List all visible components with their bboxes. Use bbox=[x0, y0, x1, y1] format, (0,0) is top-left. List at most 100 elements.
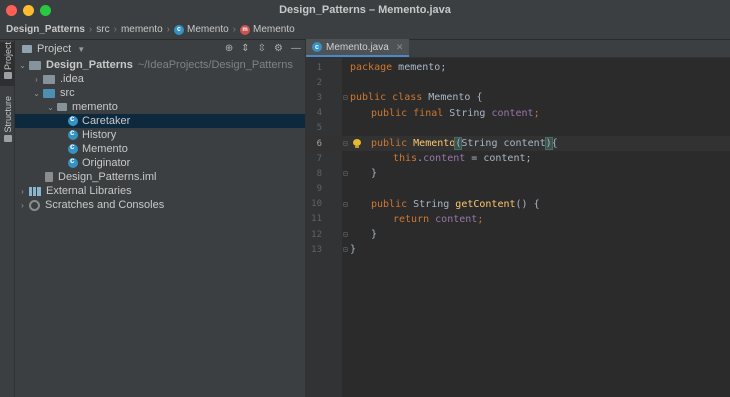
line-number: 4 bbox=[316, 108, 322, 119]
line-number: 9 bbox=[316, 184, 322, 195]
tree-item-label: Memento bbox=[82, 143, 128, 155]
code-line[interactable]: 9 bbox=[306, 182, 730, 197]
breadcrumb-member-label: Memento bbox=[253, 24, 295, 35]
code-editor: c Memento.java ✕ 1 package memento; 2 3 … bbox=[306, 39, 730, 397]
breadcrumb-src[interactable]: src bbox=[96, 24, 109, 35]
breadcrumb-member[interactable]: m Memento bbox=[240, 24, 295, 35]
editor-text-area[interactable]: 1 package memento; 2 3 ⊟ public class Me… bbox=[306, 60, 730, 257]
line-number: 8 bbox=[316, 168, 322, 179]
chevron-down-icon[interactable]: ⌄ bbox=[46, 103, 55, 112]
line-number: 13 bbox=[311, 244, 322, 255]
gear-icon[interactable]: ⚙ bbox=[274, 43, 283, 54]
tree-row-external-libraries[interactable]: › External Libraries bbox=[15, 184, 305, 198]
expand-all-icon[interactable]: ⇕ bbox=[241, 43, 249, 54]
tree-item-label: Caretaker bbox=[82, 115, 131, 127]
chevron-right-icon[interactable]: › bbox=[32, 75, 41, 84]
fold-icon[interactable]: ⊟ bbox=[343, 200, 348, 209]
left-tool-strip: Project Structure bbox=[0, 40, 15, 397]
line-number: 6 bbox=[316, 138, 322, 149]
scratches-icon bbox=[29, 199, 40, 211]
code-line[interactable]: 8 ⊟ } bbox=[306, 166, 730, 181]
tool-tab-structure-label: Structure bbox=[2, 96, 13, 133]
code-line[interactable]: 4 public final String content; bbox=[306, 106, 730, 121]
tree-item-label: memento bbox=[72, 101, 118, 113]
tool-tab-structure[interactable]: Structure bbox=[0, 96, 15, 144]
intention-bulb-icon[interactable] bbox=[353, 138, 361, 149]
project-tree: ⌄ Design_Patterns ~/IdeaProjects/Design_… bbox=[15, 58, 305, 212]
fold-icon[interactable]: ⊟ bbox=[343, 169, 348, 178]
code-token: public bbox=[371, 138, 408, 150]
code-token: final bbox=[413, 107, 444, 119]
breadcrumb-package[interactable]: memento bbox=[121, 24, 163, 35]
libraries-icon bbox=[29, 186, 41, 196]
tree-root-path: ~/IdeaProjects/Design_Patterns bbox=[137, 59, 293, 71]
tree-row-class[interactable]: History bbox=[15, 128, 305, 142]
code-token: package bbox=[350, 62, 393, 74]
code-line[interactable]: 7 this.content = content; bbox=[306, 151, 730, 166]
chevron-right-icon[interactable]: › bbox=[18, 201, 27, 210]
close-tab-icon[interactable]: ✕ bbox=[396, 42, 404, 53]
locate-file-icon[interactable]: ⊕ bbox=[225, 43, 233, 54]
code-line[interactable]: 2 bbox=[306, 75, 730, 90]
code-line[interactable]: 12 ⊟ } bbox=[306, 227, 730, 242]
code-line[interactable]: 13 ⊟ } bbox=[306, 242, 730, 257]
fold-icon[interactable]: ⊟ bbox=[343, 230, 348, 239]
tree-row-root[interactable]: ⌄ Design_Patterns ~/IdeaProjects/Design_… bbox=[15, 58, 305, 72]
tree-row-class[interactable]: Originator bbox=[15, 156, 305, 170]
tool-tab-project-label: Project bbox=[2, 42, 13, 71]
project-view-selector[interactable]: Project bbox=[37, 43, 71, 55]
chevron-right-icon: › bbox=[88, 24, 93, 35]
tree-row-iml[interactable]: Design_Patterns.iml bbox=[15, 170, 305, 184]
code-token: content bbox=[491, 107, 534, 119]
breadcrumb-class[interactable]: c Memento bbox=[173, 24, 229, 35]
chevron-right-icon[interactable]: › bbox=[18, 187, 27, 196]
collapse-all-icon[interactable]: ⇳ bbox=[258, 43, 266, 54]
line-number: 5 bbox=[316, 123, 322, 134]
tool-tab-project[interactable]: Project bbox=[0, 42, 15, 86]
code-line[interactable]: 11 return content; bbox=[306, 212, 730, 227]
line-number: 3 bbox=[316, 92, 322, 103]
line-number: 11 bbox=[311, 214, 322, 225]
project-panel: Project ▼ ⊕ ⇕ ⇳ ⚙ — ⌄ Design_Patterns ~/… bbox=[15, 40, 306, 397]
code-token: String bbox=[443, 107, 492, 119]
tree-row-scratches[interactable]: › Scratches and Consoles bbox=[15, 198, 305, 212]
code-line[interactable]: 1 package memento; bbox=[306, 60, 730, 75]
code-token: Memento bbox=[413, 138, 456, 150]
code-token: Memento { bbox=[422, 92, 483, 104]
hide-panel-icon[interactable]: — bbox=[291, 43, 301, 54]
folder-icon bbox=[43, 74, 55, 84]
title-bar: Design_Patterns – Memento.java bbox=[0, 0, 730, 20]
tree-row-src[interactable]: ⌄ src bbox=[15, 86, 305, 100]
code-token: ; bbox=[533, 107, 540, 119]
breadcrumb-class-label: Memento bbox=[186, 24, 229, 35]
fold-icon[interactable]: ⊟ bbox=[343, 245, 348, 254]
code-line[interactable]: 3 ⊟ public class Memento { bbox=[306, 90, 730, 105]
code-token: String bbox=[407, 198, 456, 210]
code-token: class bbox=[392, 92, 423, 104]
module-file-icon bbox=[45, 172, 53, 182]
line-number: 10 bbox=[311, 199, 322, 210]
code-line[interactable]: 5 bbox=[306, 121, 730, 136]
tree-item-label: External Libraries bbox=[46, 185, 132, 197]
line-number: 7 bbox=[316, 153, 322, 164]
editor-tab-memento[interactable]: c Memento.java ✕ bbox=[306, 39, 410, 57]
code-line[interactable]: 10 ⊟ public String getContent() { bbox=[306, 197, 730, 212]
chevron-down-icon[interactable]: ▼ bbox=[77, 45, 85, 54]
method-icon: m bbox=[240, 24, 251, 35]
code-token: String content bbox=[461, 138, 546, 150]
tree-row-idea[interactable]: › .idea bbox=[15, 72, 305, 86]
chevron-down-icon[interactable]: ⌄ bbox=[18, 61, 27, 70]
tree-row-class[interactable]: Caretaker bbox=[15, 114, 305, 128]
code-token: () { bbox=[515, 198, 540, 210]
class-icon: c bbox=[173, 24, 184, 35]
tree-row-memento-package[interactable]: ⌄ memento bbox=[15, 100, 305, 114]
breadcrumb-project[interactable]: Design_Patterns bbox=[6, 24, 85, 35]
tree-row-class[interactable]: Memento bbox=[15, 142, 305, 156]
chevron-down-icon[interactable]: ⌄ bbox=[32, 89, 41, 98]
code-line-current[interactable]: 6 ⊟ public Memento(String content){ bbox=[306, 135, 730, 152]
fold-icon[interactable]: ⊟ bbox=[343, 139, 348, 148]
class-icon bbox=[68, 128, 78, 140]
fold-icon[interactable]: ⊟ bbox=[343, 93, 348, 102]
class-icon bbox=[68, 142, 78, 154]
tree-item-label: src bbox=[60, 87, 75, 99]
